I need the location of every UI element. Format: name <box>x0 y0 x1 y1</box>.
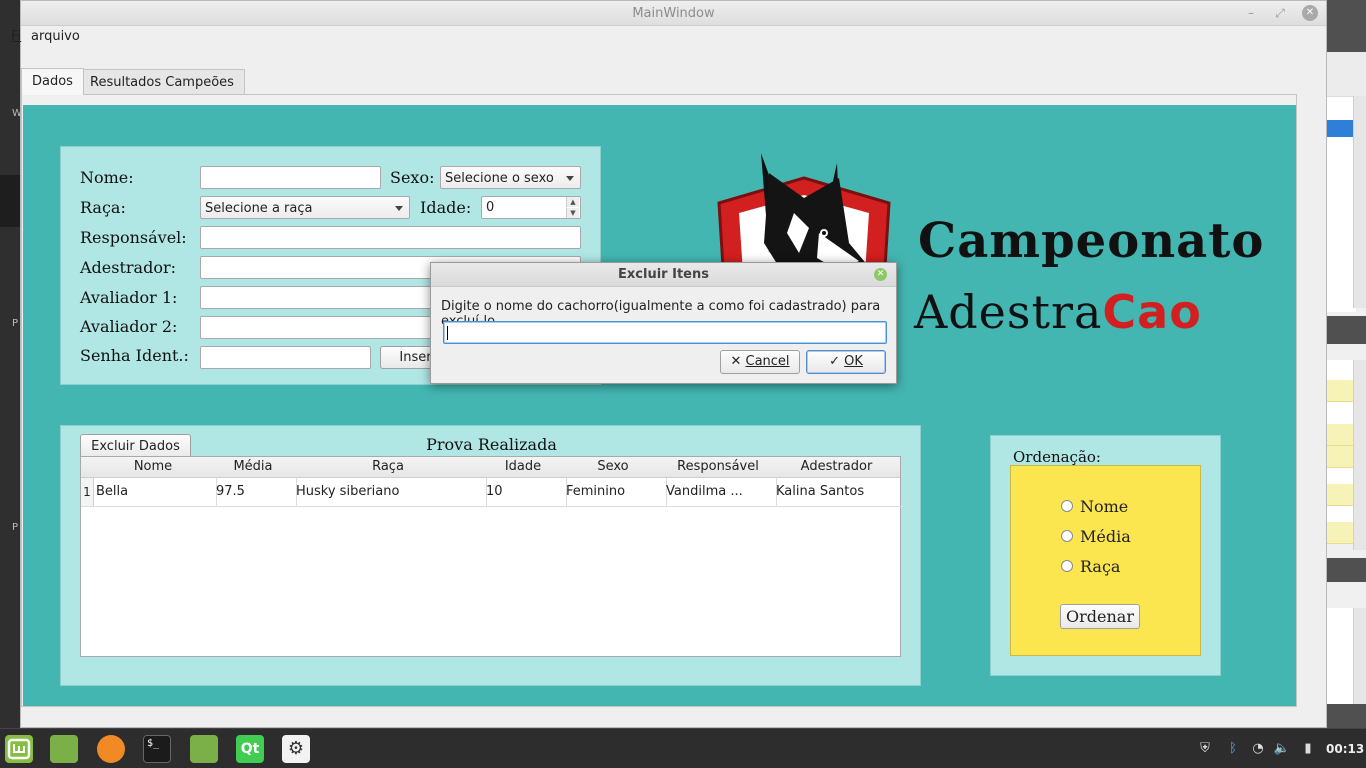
senha-label: Senha Ident.: <box>80 346 189 365</box>
close-icon[interactable]: ✕ <box>1302 5 1318 21</box>
desktop-left-strip: W P P <box>0 0 22 728</box>
logo-title-campeonato: Campeonato <box>918 213 1265 269</box>
ordering-box: Nome Média Raça Ordenar <box>1010 465 1201 656</box>
spin-up-icon[interactable]: ▲ <box>566 197 579 207</box>
sexo-label: Sexo: <box>390 168 435 187</box>
ordering-panel: Ordenação: Nome Média Raça Ordenar <box>990 435 1221 676</box>
table-cell[interactable]: 10 <box>483 478 567 507</box>
menu-bar: Fi arquivo <box>11 26 1326 48</box>
idade-label: Idade: <box>420 198 472 217</box>
table-cell[interactable]: 97.5 <box>213 478 297 507</box>
cancel-icon: ✕ <box>730 354 742 369</box>
dialog-title: Excluir Itens <box>618 267 709 282</box>
radio-raca[interactable] <box>1061 560 1073 572</box>
terminal-icon[interactable]: $_ <box>143 735 171 763</box>
wifi-icon[interactable]: ◔ <box>1249 741 1267 757</box>
ordenar-button[interactable]: Ordenar <box>1060 604 1140 629</box>
shield-icon[interactable]: ⛨ <box>1196 741 1214 757</box>
spin-down-icon[interactable]: ▼ <box>566 208 579 218</box>
adestrador-label: Adestrador: <box>80 258 177 277</box>
firefox-icon[interactable] <box>97 735 125 763</box>
responsavel-input[interactable] <box>200 226 581 249</box>
maximize-icon[interactable]: ⤢ <box>1272 5 1288 21</box>
radio-media[interactable] <box>1061 530 1073 542</box>
mint-menu-icon[interactable] <box>5 735 33 763</box>
taskbar: $_ Qt ⚙ ⛨ ᛒ ◔ 🔈 ▮ 00:13 <box>0 728 1366 768</box>
dog-name-input[interactable] <box>443 321 887 344</box>
nome-label: Nome: <box>80 168 134 187</box>
folder-icon[interactable] <box>190 735 218 763</box>
cancel-button-label: Cancel <box>745 354 790 369</box>
dialog-titlebar: Excluir Itens ✕ <box>431 263 896 287</box>
table-cell[interactable]: Bella <box>93 478 217 507</box>
raca-select-value: Selecione a raça <box>205 201 313 216</box>
avaliador1-label: Avaliador 1: <box>80 288 178 307</box>
excluir-itens-dialog: Excluir Itens ✕ Digite o nome do cachorr… <box>430 262 897 384</box>
bluetooth-icon[interactable]: ᛒ <box>1224 741 1242 757</box>
senha-input[interactable] <box>200 346 371 369</box>
tab-dados[interactable]: Dados <box>21 68 84 95</box>
tab-pane-dados: Nome: Sexo: Selecione o sexo Raça: Selec… <box>21 94 1297 707</box>
raca-label: Raça: <box>80 198 126 217</box>
radio-nome[interactable] <box>1061 500 1073 512</box>
radio-raca-label[interactable]: Raça <box>1080 557 1120 576</box>
content-area: Nome: Sexo: Selecione o sexo Raça: Selec… <box>23 105 1296 706</box>
column-header[interactable]: Sexo <box>563 457 664 478</box>
radio-nome-label[interactable]: Nome <box>1080 497 1128 516</box>
chevron-down-icon <box>395 206 403 211</box>
sexo-select[interactable]: Selecione o sexo <box>440 166 581 189</box>
files-icon[interactable] <box>50 735 78 763</box>
logo-title-cao: Cao <box>1102 285 1202 339</box>
table-cell[interactable]: Kalina Santos <box>773 478 903 507</box>
background-window-strip <box>1326 0 1366 728</box>
responsavel-label: Responsável: <box>80 228 187 247</box>
check-icon: ✓ <box>829 354 840 369</box>
nome-input[interactable] <box>200 166 381 189</box>
settings-gear-icon[interactable]: ⚙ <box>282 735 310 763</box>
avaliador2-label: Avaliador 2: <box>80 317 178 336</box>
ok-button[interactable]: ✓ OK <box>806 350 886 374</box>
ordenacao-label: Ordenação: <box>1013 448 1101 466</box>
window-titlebar: MainWindow – ⤢ ✕ <box>21 1 1326 26</box>
battery-icon[interactable]: ▮ <box>1299 741 1317 757</box>
qt-creator-icon[interactable]: Qt <box>236 735 264 763</box>
idade-spinbox[interactable]: 0 ▲ ▼ <box>481 196 581 219</box>
column-header[interactable]: Nome <box>93 457 214 478</box>
column-header[interactable]: Raça <box>293 457 484 478</box>
window-title: MainWindow <box>632 6 715 21</box>
idade-value: 0 <box>486 200 495 215</box>
column-header[interactable]: Média <box>213 457 294 478</box>
menu-item-file[interactable]: Fi <box>11 29 21 44</box>
minimize-icon[interactable]: – <box>1243 5 1259 21</box>
column-header[interactable]: Adestrador <box>773 457 900 478</box>
results-table[interactable]: Nome Média Raça Idade Sexo Responsável A… <box>80 456 903 657</box>
column-header[interactable]: Idade <box>483 457 564 478</box>
volume-icon[interactable]: 🔈 <box>1273 741 1291 757</box>
radio-media-label[interactable]: Média <box>1080 527 1131 546</box>
menu-item-arquivo[interactable]: arquivo <box>31 29 80 44</box>
text-caret <box>447 326 448 340</box>
results-panel: Excluir Dados Prova Realizada Nome Média… <box>60 425 921 686</box>
logo-title-adestracao: AdestraCao <box>914 285 1202 339</box>
table-cell[interactable]: Vandilma ... <box>663 478 777 507</box>
sexo-select-value: Selecione o sexo <box>445 171 554 186</box>
table-cell[interactable]: Feminino <box>563 478 667 507</box>
ok-button-label: OK <box>844 354 863 369</box>
raca-select[interactable]: Selecione a raça <box>200 196 410 219</box>
logo-title-adestra: Adestra <box>914 285 1103 339</box>
prova-realizada-title: Prova Realizada <box>426 435 557 454</box>
table-cell[interactable]: Husky siberiano <box>293 478 487 507</box>
cancel-button[interactable]: ✕ Cancel <box>720 350 800 374</box>
column-header[interactable]: Responsável <box>663 457 774 478</box>
close-icon[interactable]: ✕ <box>874 268 887 281</box>
chevron-down-icon <box>566 176 574 181</box>
clock[interactable]: 00:13 <box>1326 742 1364 756</box>
tab-resultados-campeoes[interactable]: Resultados Campeões <box>79 69 245 94</box>
